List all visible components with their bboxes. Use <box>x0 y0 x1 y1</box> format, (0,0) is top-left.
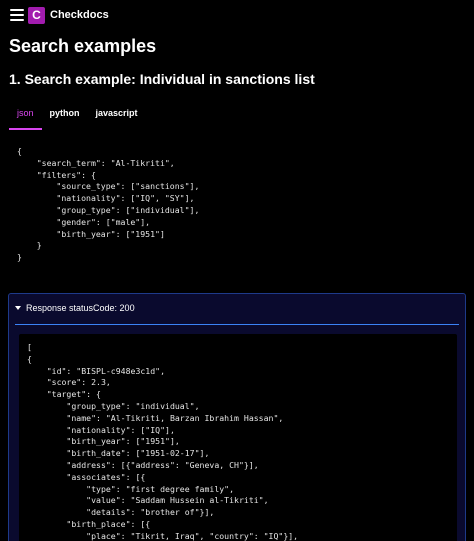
code-line: "target": { <box>27 389 101 400</box>
hamburger-menu-icon[interactable] <box>10 9 24 21</box>
page-title: Search examples <box>9 36 157 56</box>
tab-javascript[interactable]: javascript <box>88 104 146 130</box>
code-line: "value": "Saddam Hussein al-Tikriti", <box>27 495 269 506</box>
code-line: "filters": { <box>17 169 96 180</box>
response-code-container: [{ "id": "BISPL-c948e3c1d", "score": 2.3… <box>19 334 457 541</box>
code-line: } <box>17 240 42 251</box>
caret-down-icon <box>15 306 21 310</box>
code-line: "birth_date": ["1951-02-17"], <box>27 448 210 459</box>
section-title: 1. Search example: Individual in sanctio… <box>9 71 315 87</box>
response-panel: Response statusCode: 200 [{ "id": "BISPL… <box>8 293 466 541</box>
code-line: [ <box>27 342 32 352</box>
code-line: { <box>27 353 32 364</box>
tab-python[interactable]: python <box>42 104 88 130</box>
tab-json[interactable]: json <box>9 104 42 130</box>
request-code-block: { "search_term": "Al-Tikriti", "filters"… <box>17 146 199 264</box>
code-line: "id": "BISPL-c948e3c1d", <box>27 365 166 376</box>
response-status-label: Response statusCode: 200 <box>26 303 135 313</box>
code-line: } <box>17 252 22 263</box>
code-line: "details": "brother of"}], <box>27 507 215 518</box>
code-line: "type": "first degree family", <box>27 483 235 494</box>
code-language-tabs: json python javascript <box>9 104 146 130</box>
checkdocs-logo[interactable]: C <box>28 7 45 24</box>
response-toggle[interactable]: Response statusCode: 200 <box>15 303 135 313</box>
top-bar: C Checkdocs <box>0 0 474 32</box>
code-line: "birth_year": ["1951"] <box>17 228 165 239</box>
code-line: "place": "Tikrit, Iraq", "country": "IQ"… <box>27 530 299 541</box>
code-line: "nationality": ["IQ"], <box>27 424 175 435</box>
code-line: "gender": ["male"], <box>17 216 151 227</box>
code-line: "associates": [{ <box>27 471 146 482</box>
code-line: "source_type": ["sanctions"], <box>17 181 200 192</box>
response-code-block: [{ "id": "BISPL-c948e3c1d", "score": 2.3… <box>27 342 298 541</box>
code-line: "nationality": ["IQ", "SY"], <box>17 193 195 204</box>
brand-name[interactable]: Checkdocs <box>50 9 109 21</box>
code-line: "address": [{"address": "Geneva, CH"}], <box>27 459 259 470</box>
code-line: "group_type": ["individual"], <box>17 204 200 215</box>
code-line: "search_term": "Al-Tikriti", <box>17 157 175 168</box>
code-line: "birth_place": [{ <box>27 518 151 529</box>
response-divider <box>15 324 459 325</box>
code-line: "name": "Al-Tikriti, Barzan Ibrahim Hass… <box>27 412 284 423</box>
code-line: "birth_year": ["1951"], <box>27 436 180 447</box>
code-line: { <box>17 146 22 156</box>
code-line: "score": 2.3, <box>27 377 111 388</box>
code-line: "group_type": "individual", <box>27 400 200 411</box>
